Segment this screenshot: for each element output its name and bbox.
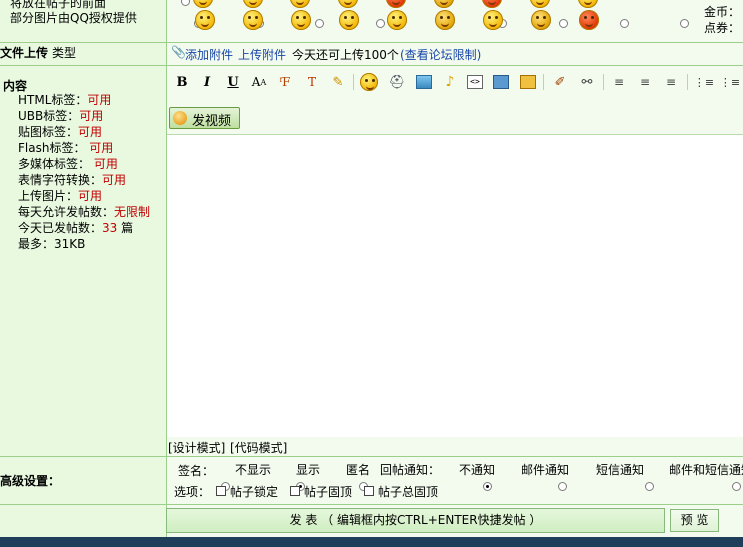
signature-anon-label: 匿名 — [346, 463, 371, 477]
signature-hide-label: 不显示 — [235, 463, 272, 477]
shocked-icon — [339, 10, 359, 30]
rule-img: 贴图标签：可用 — [18, 125, 103, 139]
upload-attachment-link[interactable]: 上传附件 — [238, 46, 286, 63]
toolbar-separator — [543, 74, 544, 90]
pin-post-checkbox[interactable] — [290, 486, 300, 496]
toolbar-separator — [353, 74, 354, 90]
signature-show-label: 显示 — [296, 463, 321, 477]
confused-icon — [195, 10, 215, 30]
smiley-icon — [243, 10, 263, 30]
global-pin-label: 帖子总固顶 — [378, 485, 439, 499]
laughing-icon — [387, 10, 407, 30]
upload-type-label: 类型 — [52, 46, 77, 60]
emoticon-radio[interactable] — [619, 19, 629, 28]
code-mode-link[interactable]: [代码模式] — [230, 439, 287, 456]
user-icon[interactable]: ⛑ — [387, 72, 407, 92]
upload-limit-text: 今天还可上传100个 — [292, 48, 399, 62]
video-icon — [173, 111, 187, 125]
toolbar-separator — [603, 74, 604, 90]
sad-icon — [483, 10, 503, 30]
toolbar-separator — [687, 74, 688, 90]
eraser-icon[interactable]: ✐ — [550, 72, 570, 92]
rule-media: 多媒体标签： 可用 — [18, 157, 118, 171]
preview-button[interactable]: 预 览 — [670, 509, 719, 532]
emoticon-insert-icon[interactable] — [360, 73, 378, 91]
options-label: 选项： — [174, 485, 211, 499]
rule-emoticon: 表情字符转换：可用 — [18, 173, 127, 187]
align-center-icon[interactable]: ≡ — [635, 72, 655, 92]
divider — [0, 65, 743, 66]
video-button-label: 发视频 — [192, 114, 232, 129]
rule-html: HTML标签：可用 — [18, 93, 112, 107]
align-right-icon[interactable]: ≡ — [661, 72, 681, 92]
media-icon[interactable] — [491, 72, 511, 92]
bold-button[interactable]: B — [172, 72, 192, 92]
angry-icon — [579, 10, 599, 30]
text-color-icon[interactable]: T — [302, 72, 322, 92]
italic-button[interactable]: I — [197, 72, 217, 92]
window-bottom-bar — [0, 537, 743, 547]
image-icon[interactable] — [414, 72, 434, 92]
table-icon[interactable] — [518, 72, 538, 92]
notify-none-label: 不通知 — [459, 463, 496, 477]
notify-both-label: 邮件和短信通知 — [669, 463, 743, 477]
content-rules-list: HTML标签：可用 UBB标签：可用 贴图标签：可用 Flash标签： 可用 多… — [18, 92, 150, 252]
signature-label: 签名： — [178, 464, 215, 478]
notify-mail-label: 邮件通知 — [521, 463, 570, 477]
big-eyes-icon — [435, 10, 455, 30]
rule-daily-posts: 每天允许发帖数：无限制 — [18, 205, 151, 219]
lock-post-label: 帖子锁定 — [230, 485, 279, 499]
ordered-list-icon[interactable]: ⋮≡ — [694, 72, 714, 92]
emoticon-radio[interactable] — [558, 19, 568, 28]
pin-post-label: 帖子固顶 — [304, 485, 353, 499]
paperclip-icon: 📎 — [171, 45, 186, 59]
divider — [0, 42, 743, 43]
unordered-list-icon[interactable]: ⋮≡ — [720, 72, 740, 92]
hammer-icon — [531, 10, 551, 30]
reply-notify-label: 回帖通知： — [380, 463, 441, 477]
rule-ubb: UBB标签：可用 — [18, 109, 104, 123]
rule-upload-img: 上传图片：可用 — [18, 189, 103, 203]
coupon-label: 点券： — [704, 21, 741, 35]
submit-button[interactable]: 发 表 （ 编辑框内按CTRL+ENTER快捷发帖 ） — [166, 508, 665, 533]
view-limit-link[interactable]: (查看论坛限制) — [400, 46, 481, 63]
notify-both-radio[interactable] — [731, 482, 741, 491]
add-attachment-link[interactable]: 添加附件 — [185, 46, 233, 63]
lock-post-checkbox[interactable] — [216, 486, 226, 496]
global-pin-checkbox[interactable] — [364, 486, 374, 496]
font-face-icon[interactable]: ᶠF — [275, 72, 295, 92]
crying-icon — [291, 10, 311, 30]
divider — [0, 456, 743, 457]
rule-flash: Flash标签： 可用 — [18, 141, 114, 155]
align-left-icon[interactable]: ≡ — [609, 72, 629, 92]
upload-label: 文件上传 — [0, 46, 49, 60]
gold-label: 金币： — [704, 5, 741, 19]
highlight-icon[interactable]: ✎ — [328, 72, 348, 92]
rule-posted-today: 今天已发帖数：33 篇 — [18, 221, 134, 235]
design-mode-link[interactable]: [设计模式] — [168, 439, 225, 456]
editor-area[interactable] — [167, 134, 743, 437]
video-button[interactable]: 发视频 — [169, 107, 240, 129]
font-size-icon[interactable]: AA — [249, 72, 269, 92]
advanced-label: 高级设置： — [0, 474, 61, 488]
rule-max-size: 最多：31KB — [18, 237, 86, 251]
underline-button[interactable]: U — [223, 72, 243, 92]
divider — [0, 504, 743, 505]
notify-sms-label: 短信通知 — [596, 463, 645, 477]
link-icon[interactable]: ⚯ — [577, 72, 597, 92]
emoticon-notice-line2: 部分图片由QQ授权提供 — [10, 11, 137, 25]
music-icon[interactable]: ♪ — [440, 72, 460, 92]
code-icon[interactable]: <> — [465, 72, 485, 92]
